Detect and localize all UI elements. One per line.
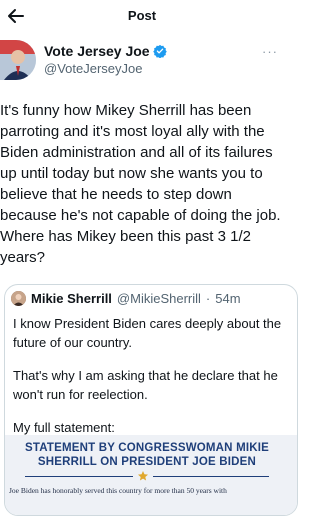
quoted-paragraph: That's why I am asking that he declare t… [13,368,278,402]
author-info: Vote Jersey Joe @VoteJerseyJoe [44,43,167,76]
more-options-icon[interactable]: ··· [262,44,278,59]
quoted-post-time: 54m [215,291,241,306]
author-name[interactable]: Vote Jersey Joe [44,43,150,59]
quoted-author-avatar [11,291,26,306]
quoted-paragraph: I know President Biden cares deeply abou… [13,316,282,350]
divider [25,476,133,477]
page-title: Post [127,8,157,23]
statement-body: Joe Biden has honorably served this coun… [9,486,227,495]
statement-title: STATEMENT BY CONGRESSWOMAN MIKIE SHERRIL… [5,441,289,469]
divider [153,476,269,477]
quoted-post[interactable]: Mikie Sherrill @MikieSherrill · 54m I kn… [4,284,298,516]
author-avatar[interactable] [0,40,36,80]
quoted-author-name: Mikie Sherrill [31,291,112,306]
statement-title-line: SHERRILL ON PRESIDENT JOE BIDEN [37,456,257,468]
quoted-author-handle: @MikieSherrill [116,291,201,306]
star-icon [138,471,148,481]
post-text: It's funny how Mikey Sherrill has been p… [0,102,281,266]
statement-image[interactable]: STATEMENT BY CONGRESSWOMAN MIKIE SHERRIL… [5,435,297,515]
quoted-post-text: I know President Biden cares deeply abou… [13,314,283,451]
top-bar: Post [0,0,284,34]
statement-title-line: STATEMENT BY CONGRESSWOMAN MIKIE [24,442,270,454]
author-handle[interactable]: @VoteJerseyJoe [44,61,167,76]
separator-dot: · [205,291,211,306]
quoted-post-header: Mikie Sherrill @MikieSherrill · 54m [11,291,241,306]
verified-badge-icon [152,44,167,58]
